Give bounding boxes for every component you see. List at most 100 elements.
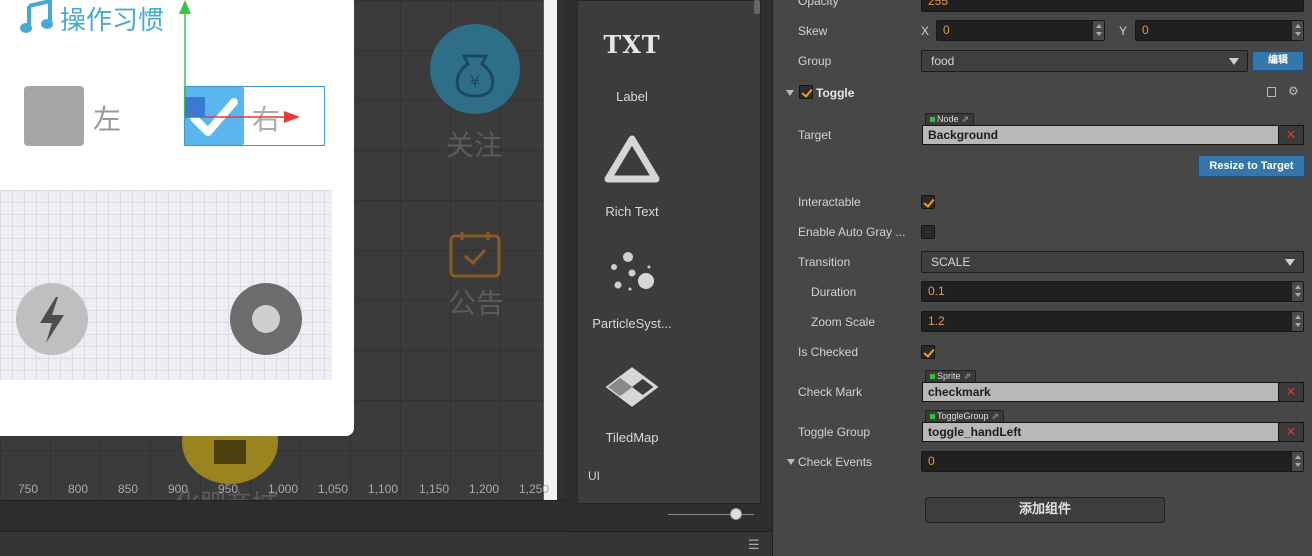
ruler-tick: 800: [68, 482, 89, 496]
left-label: 左: [93, 103, 122, 136]
check-events-input[interactable]: 0: [921, 451, 1304, 472]
check-mark-type-tag: Sprite ⇗: [925, 370, 977, 382]
lightning-button[interactable]: [16, 283, 88, 355]
group-select[interactable]: food: [921, 50, 1248, 72]
particle-system-icon: [611, 252, 654, 291]
toggle-group-field[interactable]: toggle_handLeft: [922, 422, 1279, 442]
duration-input[interactable]: 0.1: [921, 281, 1304, 302]
widgets-category-ui: UI: [588, 469, 600, 483]
widget-tiledmap[interactable]: TiledMap: [578, 365, 686, 445]
transition-value: SCALE: [931, 255, 971, 269]
check-mark-label: Check Mark: [798, 385, 863, 399]
gear-icon[interactable]: ⚙: [1288, 84, 1299, 98]
zoom-scale-value: 1.2: [928, 314, 945, 328]
toggle-enabled-checkbox[interactable]: [799, 85, 813, 99]
notice-label: 公告: [448, 287, 505, 320]
panel-title: 操作习惯: [60, 5, 165, 36]
move-gizmo[interactable]: [176, 0, 306, 130]
panel-title-row: 操作习惯: [20, 0, 164, 36]
is-checked-label: Is Checked: [798, 345, 859, 359]
target-clear-button[interactable]: ✕: [1278, 125, 1304, 145]
ruler-tick: 850: [118, 482, 139, 496]
check-mark-field[interactable]: checkmark: [922, 382, 1279, 402]
skew-y-value: 0: [1142, 23, 1149, 37]
external-link-icon[interactable]: ⇗: [964, 371, 972, 381]
duration-stepper[interactable]: [1291, 282, 1303, 301]
external-link-icon[interactable]: ⇗: [962, 114, 970, 124]
check-events-stepper[interactable]: [1291, 452, 1303, 471]
target-type-tag: Node ⇗: [925, 113, 975, 125]
widget-particle-label: ParticleSyst...: [592, 316, 672, 331]
skew-x-stepper[interactable]: [1092, 21, 1104, 40]
skew-y-stepper[interactable]: [1291, 21, 1303, 40]
toggle-group-label: Toggle Group: [798, 425, 871, 439]
group-label: Group: [798, 54, 832, 68]
skew-label: Skew: [798, 24, 828, 38]
widget-rich-text-label: Rich Text: [605, 204, 659, 219]
joystick-area: [0, 190, 332, 380]
target-field[interactable]: Background: [922, 125, 1279, 145]
toggle-component-header[interactable]: Toggle ⚙: [786, 82, 1306, 104]
auto-gray-checkbox[interactable]: [921, 225, 935, 239]
widget-rich-text[interactable]: Rich Text: [578, 135, 686, 219]
scene-footer: [0, 500, 565, 527]
skew-y-label: Y: [1119, 24, 1128, 38]
zoom-scale-stepper[interactable]: [1291, 312, 1303, 331]
sprite-type-dot: [930, 374, 935, 380]
music-note-icon: [20, 0, 54, 39]
label-txt-icon: TXT: [603, 30, 661, 59]
console-bar: [0, 531, 772, 556]
duration-value: 0.1: [928, 284, 945, 298]
skew-x-label: X: [921, 24, 930, 38]
toggle-group-type-tag: ToggleGroup ⇗: [925, 410, 1005, 422]
widgets-panel: TXT Label Rich Text ParticleSyst... Tile…: [577, 0, 761, 504]
toggle-group-clear-button[interactable]: ✕: [1278, 422, 1304, 442]
interactable-label: Interactable: [798, 195, 861, 209]
transition-label: Transition: [798, 255, 851, 269]
collapse-arrow-icon[interactable]: [786, 90, 794, 96]
interactable-checkbox[interactable]: [921, 195, 935, 209]
zoom-slider-handle[interactable]: [730, 508, 742, 520]
svg-text:¥: ¥: [470, 72, 480, 91]
tiledmap-icon: [605, 367, 659, 407]
skew-x-input[interactable]: 0: [936, 20, 1105, 41]
opacity-input[interactable]: 255: [921, 0, 1304, 12]
skew-y-input[interactable]: 0: [1135, 20, 1304, 41]
toggle-group-type-text: ToggleGroup: [937, 411, 989, 421]
money-bag-icon: ¥: [430, 24, 520, 114]
widget-particle-system[interactable]: ParticleSyst...: [578, 247, 686, 331]
scene-view[interactable]: ¥ 关注 公告 化肥商城: [0, 0, 565, 527]
calendar-check-icon: [448, 230, 502, 278]
node-type-dot: [930, 117, 935, 123]
chevron-down-icon: [1229, 58, 1239, 65]
help-book-icon[interactable]: [1267, 87, 1276, 97]
transition-select[interactable]: SCALE: [921, 251, 1304, 273]
check-events-value: 0: [928, 454, 935, 468]
widget-label[interactable]: TXT Label: [578, 29, 686, 104]
chevron-down-icon: [1285, 259, 1295, 266]
rich-text-triangle-icon: [604, 135, 660, 183]
zoom-scale-label: Zoom Scale: [811, 315, 876, 329]
group-edit-button[interactable]: 编辑: [1252, 51, 1304, 71]
left-hand-toggle[interactable]: [24, 86, 84, 146]
external-link-icon[interactable]: ⇗: [992, 411, 1000, 421]
widget-label-text: Label: [616, 89, 648, 104]
check-mark-clear-button[interactable]: ✕: [1278, 382, 1304, 402]
group-value: food: [931, 54, 955, 68]
resize-to-target-button[interactable]: Resize to Target: [1198, 155, 1305, 177]
toggle-section-title: Toggle: [816, 86, 855, 100]
auto-gray-label: Enable Auto Gray ...: [798, 225, 906, 239]
hamburger-menu-icon[interactable]: ☰: [748, 537, 762, 553]
widget-tiledmap-label: TiledMap: [605, 430, 659, 445]
widgets-scrollbar[interactable]: [754, 0, 760, 14]
check-events-expand-icon[interactable]: [787, 459, 795, 465]
scene-scrollbar[interactable]: [557, 0, 565, 500]
scene-ruler: 750 800 850 900 950 1,000 1,050 1,100 1,…: [0, 478, 565, 500]
add-component-button[interactable]: 添加组件: [925, 497, 1165, 523]
zoom-scale-input[interactable]: 1.2: [921, 311, 1304, 332]
ruler-tick: 1,250: [519, 482, 550, 496]
is-checked-checkbox[interactable]: [921, 345, 935, 359]
ruler-tick: 1,150: [419, 482, 450, 496]
check-mark-type-text: Sprite: [937, 371, 961, 381]
joystick-button[interactable]: [230, 283, 302, 355]
